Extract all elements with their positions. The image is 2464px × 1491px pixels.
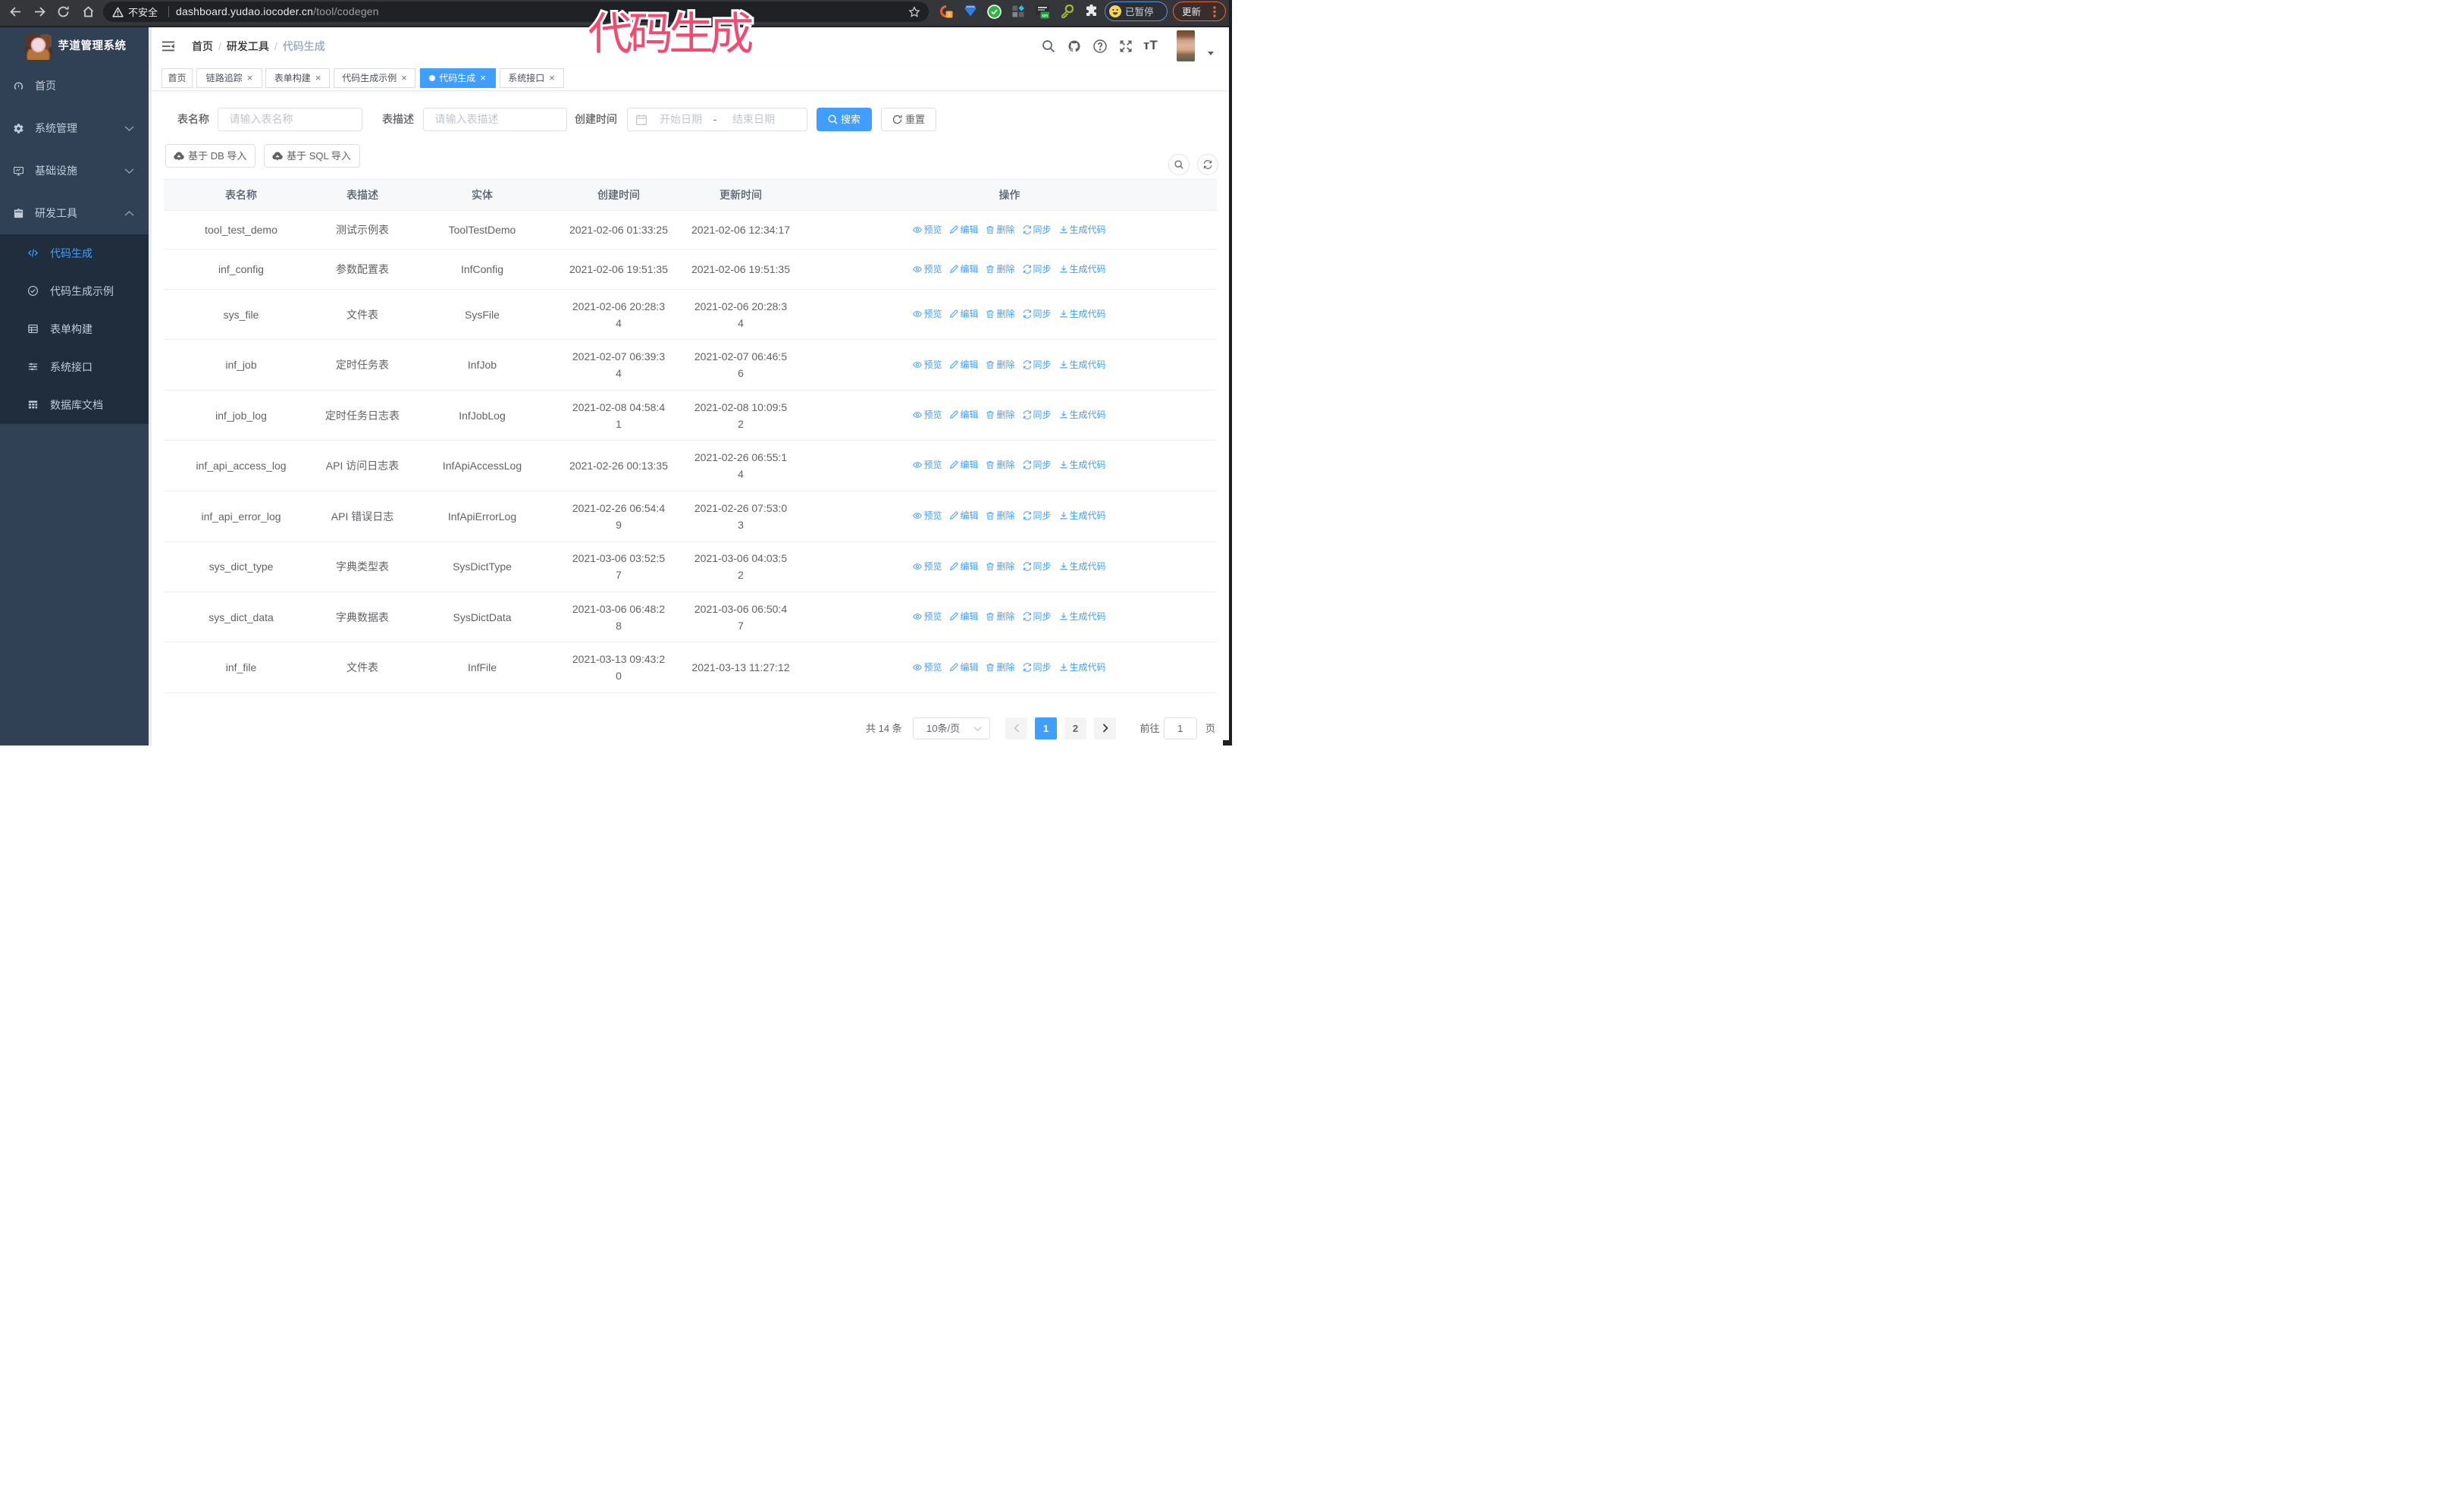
- svg-text:1: 1: [948, 11, 951, 18]
- svg-text:on: on: [1042, 14, 1048, 19]
